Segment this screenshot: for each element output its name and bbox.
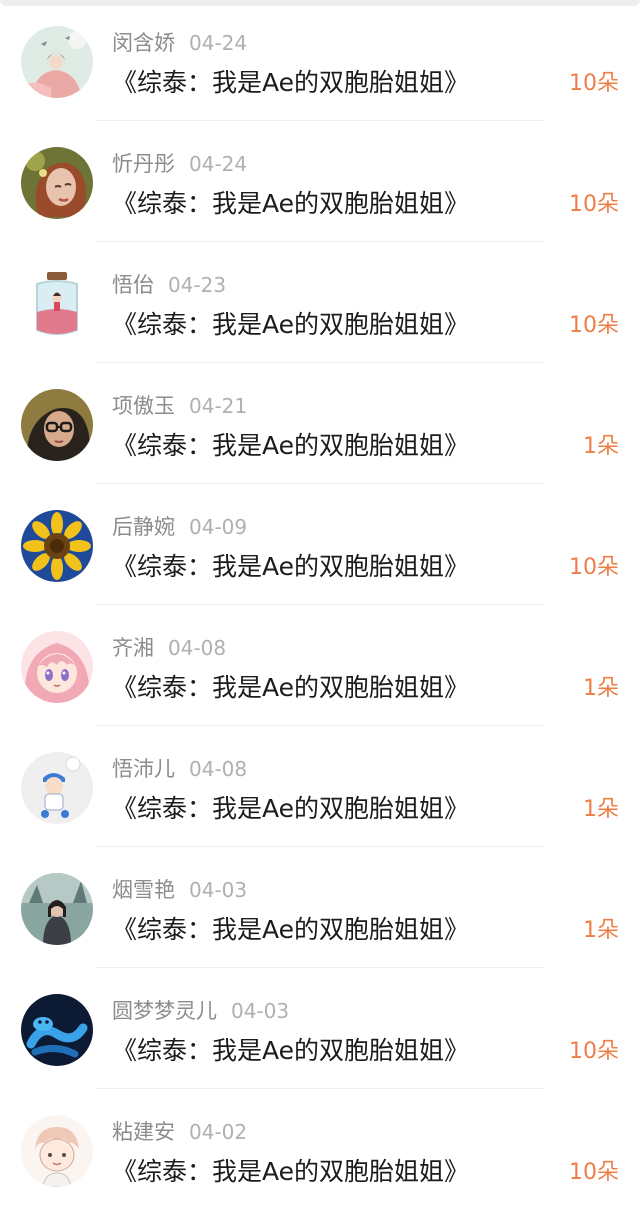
chibi-boy-avatar[interactable] [21,1115,93,1187]
cartoon-boy-avatar[interactable] [21,752,93,824]
gift-date: 04-02 [189,1120,248,1144]
gift-date: 04-09 [189,515,248,539]
user-name[interactable]: 闵含娇 04-24 [112,30,247,56]
gift-amount: 10朵 [569,192,619,217]
gift-date: 04-24 [189,31,248,55]
user-name[interactable]: 粘建安 04-02 [112,1119,247,1145]
book-title: 《综泰：我是Ae的双胞胎姐姐》 [112,68,470,97]
book-title: 《综泰：我是Ae的双胞胎姐姐》 [112,431,470,460]
girl-photo-avatar[interactable] [21,873,93,945]
gift-amount: 10朵 [569,1160,619,1185]
gift-amount: 1朵 [583,434,619,459]
list-item[interactable]: 闵含娇 04-24 《综泰：我是Ae的双胞胎姐姐》 10朵 [0,0,640,121]
book-title: 《综泰：我是Ae的双胞胎姐姐》 [112,794,470,823]
book-title: 《综泰：我是Ae的双胞胎姐姐》 [112,1036,470,1065]
gift-amount: 10朵 [569,1039,619,1064]
list-item[interactable]: 后静婉 04-09 《综泰：我是Ae的双胞胎姐姐》 10朵 [0,484,640,605]
gift-amount: 1朵 [583,676,619,701]
gift-date: 04-08 [168,636,227,660]
list-item[interactable]: 悟沛儿 04-08 《综泰：我是Ae的双胞胎姐姐》 1朵 [0,726,640,847]
redhead-portrait-avatar[interactable] [21,147,93,219]
book-title: 《综泰：我是Ae的双胞胎姐姐》 [112,1157,470,1186]
blue-snake-avatar[interactable] [21,994,93,1066]
user-name[interactable]: 烟雪艳 04-03 [112,877,247,903]
anime-pink-hair-avatar[interactable] [21,631,93,703]
book-title: 《综泰：我是Ae的双胞胎姐姐》 [112,189,470,218]
user-name[interactable]: 齐湘 04-08 [112,635,226,661]
gift-amount: 10朵 [569,313,619,338]
book-title: 《综泰：我是Ae的双胞胎姐姐》 [112,552,470,581]
book-title: 《综泰：我是Ae的双胞胎姐姐》 [112,915,470,944]
list-item[interactable]: 齐湘 04-08 《综泰：我是Ae的双胞胎姐姐》 1朵 [0,605,640,726]
user-name[interactable]: 项傲玉 04-21 [112,393,247,419]
gift-date: 04-03 [231,999,290,1023]
glasses-girl-avatar[interactable] [21,389,93,461]
gift-date: 04-23 [168,273,227,297]
user-name[interactable]: 圆梦梦灵儿 04-03 [112,998,289,1024]
gift-amount: 1朵 [583,918,619,943]
gift-date: 04-24 [189,152,248,176]
gift-date: 04-03 [189,878,248,902]
list-item[interactable]: 项傲玉 04-21 《综泰：我是Ae的双胞胎姐姐》 1朵 [0,363,640,484]
user-name[interactable]: 忻丹彤 04-24 [112,151,247,177]
list-item[interactable]: 烟雪艳 04-03 《综泰：我是Ae的双胞胎姐姐》 1朵 [0,847,640,968]
sunflower-avatar[interactable] [21,510,93,582]
gift-amount: 1朵 [583,797,619,822]
list-item[interactable]: 悟佁 04-23 《综泰：我是Ae的双胞胎姐姐》 10朵 [0,242,640,363]
list-item[interactable]: 忻丹彤 04-24 《综泰：我是Ae的双胞胎姐姐》 10朵 [0,121,640,242]
gift-date: 04-21 [189,394,248,418]
gift-amount: 10朵 [569,555,619,580]
user-name[interactable]: 悟沛儿 04-08 [112,756,247,782]
girl-in-jar-avatar[interactable] [21,268,93,340]
book-title: 《综泰：我是Ae的双胞胎姐姐》 [112,310,470,339]
book-title: 《综泰：我是Ae的双胞胎姐姐》 [112,673,470,702]
list-item[interactable]: 粘建安 04-02 《综泰：我是Ae的双胞胎姐姐》 10朵 [0,1089,640,1210]
gift-date: 04-08 [189,757,248,781]
user-name[interactable]: 后静婉 04-09 [112,514,247,540]
list-item[interactable]: 圆梦梦灵儿 04-03 《综泰：我是Ae的双胞胎姐姐》 10朵 [0,968,640,1089]
user-name[interactable]: 悟佁 04-23 [112,272,226,298]
girl-with-birds-avatar[interactable] [21,26,93,98]
gift-amount: 10朵 [569,71,619,96]
